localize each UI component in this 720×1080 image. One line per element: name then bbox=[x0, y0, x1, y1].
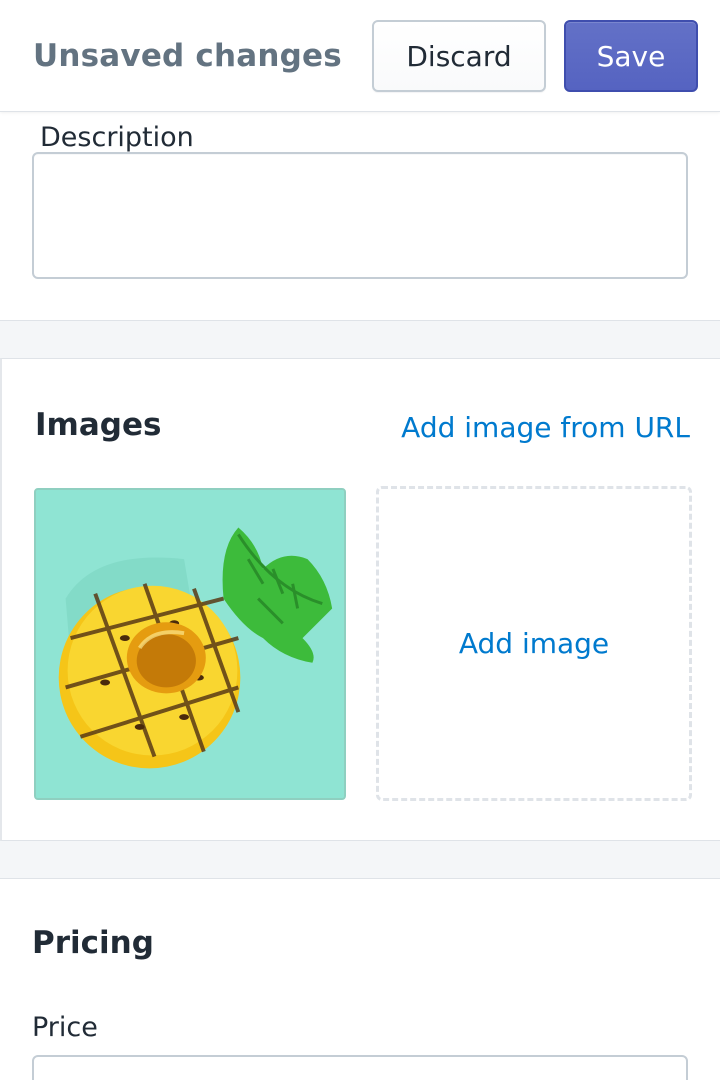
description-textarea[interactable] bbox=[32, 152, 688, 279]
discard-button[interactable]: Discard bbox=[372, 20, 546, 92]
price-input[interactable] bbox=[32, 1055, 688, 1080]
description-card: Description bbox=[0, 112, 720, 321]
add-image-from-url-link[interactable]: Add image from URL bbox=[401, 411, 690, 444]
pineapple-float-image bbox=[36, 490, 344, 798]
product-image-thumbnail[interactable] bbox=[34, 488, 346, 800]
unsaved-changes-bar: Unsaved changes Discard Save bbox=[0, 0, 720, 112]
unsaved-changes-title: Unsaved changes bbox=[33, 38, 342, 74]
description-label: Description bbox=[40, 122, 194, 153]
images-card: Images Add image from URL Add image bbox=[0, 358, 720, 841]
add-image-label: Add image bbox=[458, 627, 610, 660]
add-image-dropzone[interactable]: Add image bbox=[376, 486, 692, 801]
save-button[interactable]: Save bbox=[564, 20, 698, 92]
images-heading: Images bbox=[35, 407, 162, 443]
pricing-heading: Pricing bbox=[32, 925, 154, 961]
price-label: Price bbox=[32, 1012, 98, 1043]
pricing-card: Pricing Price bbox=[0, 878, 720, 1080]
